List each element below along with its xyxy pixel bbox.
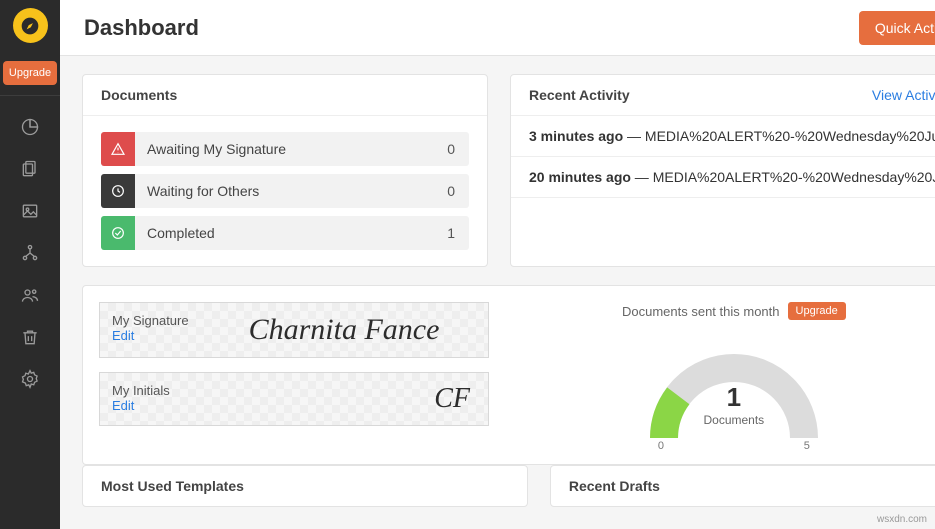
gauge-ticks: 0 5 — [634, 440, 834, 452]
nav-team[interactable] — [0, 274, 60, 316]
initials-value: CF — [212, 383, 476, 415]
drafts-heading: Recent Drafts — [551, 466, 935, 506]
templates-panel: Most Used Templates — [82, 465, 528, 507]
activity-sep: — — [623, 128, 645, 144]
initials-box: My Initials Edit CF — [99, 372, 489, 426]
nav-settings[interactable] — [0, 358, 60, 400]
gauge-heading: Documents sent this month — [622, 304, 780, 319]
check-circle-icon — [101, 216, 135, 250]
status-count: 0 — [433, 141, 469, 157]
initials-label: My Initials — [112, 383, 202, 398]
status-label: Waiting for Others — [135, 183, 433, 199]
image-icon — [20, 201, 40, 221]
nav-trash[interactable] — [0, 316, 60, 358]
activity-panel: Recent Activity View Activity Log 3 minu… — [510, 74, 935, 267]
edit-initials-link[interactable]: Edit — [112, 398, 202, 413]
signature-panel: My Signature Edit Charnita Fance My Init… — [82, 285, 935, 465]
sidebar-upgrade-button[interactable]: Upgrade — [3, 61, 57, 85]
branch-icon — [20, 243, 40, 263]
templates-heading: Most Used Templates — [83, 466, 527, 506]
activity-time: 3 minutes ago — [529, 128, 623, 144]
status-label: Completed — [135, 225, 433, 241]
status-label: Awaiting My Signature — [135, 141, 433, 157]
gauge-caption: Documents — [634, 413, 834, 427]
status-row-awaiting[interactable]: Awaiting My Signature 0 — [101, 132, 469, 166]
documents-icon — [20, 159, 40, 179]
trash-icon — [20, 327, 40, 347]
gauge-area: Documents sent this month Upgrade 1 Docu… — [489, 302, 935, 448]
alert-icon — [101, 132, 135, 166]
status-count: 0 — [433, 183, 469, 199]
quick-actions-button[interactable]: Quick Actions — [859, 11, 935, 45]
compass-icon — [20, 16, 40, 36]
nav-integrations[interactable] — [0, 232, 60, 274]
documents-body: Awaiting My Signature 0 Waiting for Othe… — [83, 116, 487, 266]
nav-dashboard[interactable] — [0, 106, 60, 148]
activity-title: MEDIA%20ALERT%20-%20Wednesday%20June… — [645, 128, 935, 144]
documents-heading: Documents — [83, 75, 487, 116]
nav-documents[interactable] — [0, 148, 60, 190]
activity-heading: Recent Activity — [529, 87, 630, 103]
drafts-panel: Recent Drafts — [550, 465, 935, 507]
gauge-value: 1 — [634, 382, 834, 413]
row-top: Documents Awaiting My Signature 0 — [82, 74, 935, 267]
nav-templates[interactable] — [0, 190, 60, 232]
sidebar: Upgrade — [0, 0, 60, 529]
app-logo[interactable] — [13, 8, 48, 43]
gauge-min: 0 — [658, 440, 664, 452]
documents-panel: Documents Awaiting My Signature 0 — [82, 74, 488, 267]
gauge-heading-row: Documents sent this month Upgrade — [622, 302, 846, 320]
page-title: Dashboard — [84, 15, 199, 41]
activity-time: 20 minutes ago — [529, 169, 631, 185]
status-row-completed[interactable]: Completed 1 — [101, 216, 469, 250]
activity-title: MEDIA%20ALERT%20-%20Wednesday%20June… — [653, 169, 935, 185]
team-icon — [20, 285, 40, 305]
row-bottom: Most Used Templates Recent Drafts — [82, 465, 935, 507]
signature-value: Charnita Fance — [212, 313, 476, 347]
gauge-center: 1 Documents — [634, 382, 834, 427]
gauge-max: 5 — [804, 440, 810, 452]
signature-box: My Signature Edit Charnita Fance — [99, 302, 489, 358]
activity-item[interactable]: 20 minutes ago — MEDIA%20ALERT%20-%20Wed… — [511, 157, 935, 198]
gear-icon — [20, 369, 40, 389]
topbar: Dashboard Quick Actions — [60, 0, 935, 56]
signature-boxes: My Signature Edit Charnita Fance My Init… — [99, 302, 489, 448]
main: Dashboard Quick Actions Documents Awaiti — [60, 0, 935, 529]
content: Documents Awaiting My Signature 0 — [60, 56, 935, 529]
activity-sep: — — [631, 169, 653, 185]
status-count: 1 — [433, 225, 469, 241]
view-activity-log-link[interactable]: View Activity Log — [872, 87, 935, 103]
quick-actions-label: Quick Actions — [875, 20, 935, 36]
pie-chart-icon — [20, 117, 40, 137]
edit-signature-link[interactable]: Edit — [112, 328, 202, 343]
gauge-upgrade-badge[interactable]: Upgrade — [788, 302, 846, 320]
sidebar-divider — [0, 95, 60, 96]
clock-icon — [101, 174, 135, 208]
activity-item[interactable]: 3 minutes ago — MEDIA%20ALERT%20-%20Wedn… — [511, 116, 935, 157]
signature-label: My Signature — [112, 313, 202, 328]
activity-head: Recent Activity View Activity Log — [511, 75, 935, 116]
status-row-waiting[interactable]: Waiting for Others 0 — [101, 174, 469, 208]
gauge-chart: 1 Documents 0 5 — [634, 328, 834, 448]
